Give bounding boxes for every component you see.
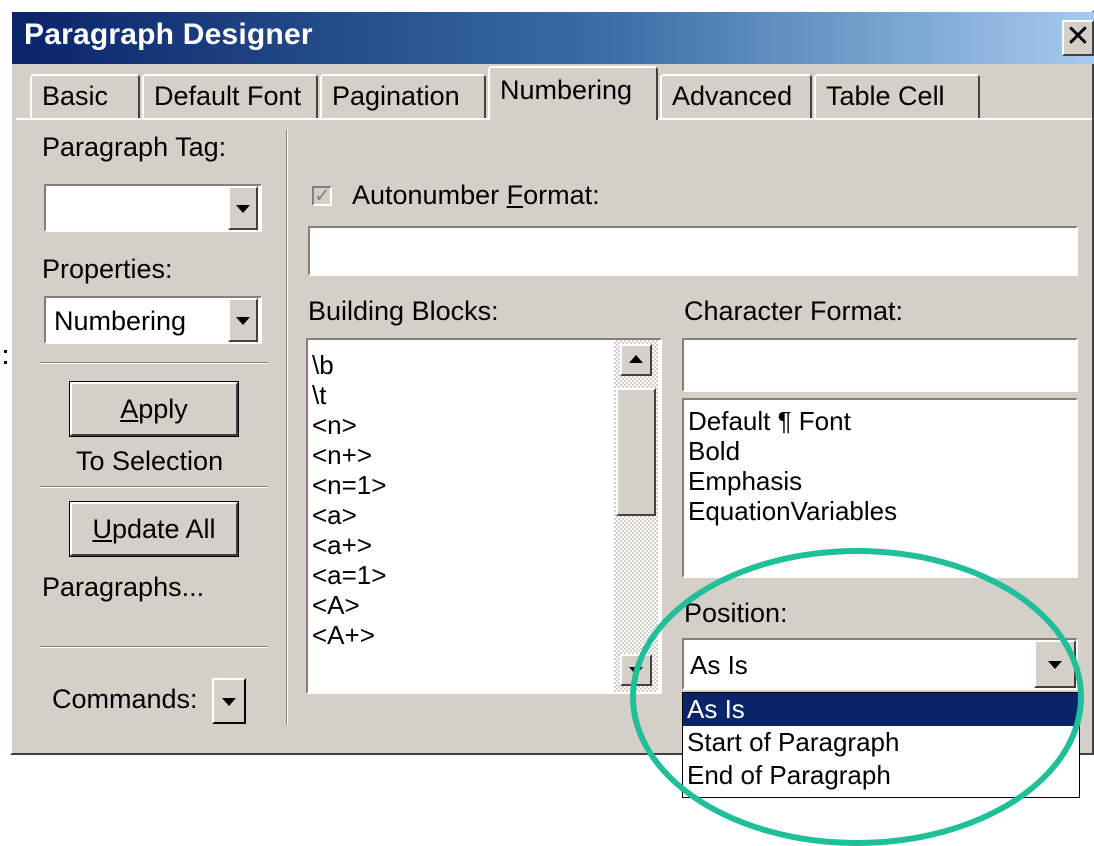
list-item[interactable]: <a> — [312, 500, 386, 530]
left-separator — [40, 646, 268, 648]
autonumber-label-mnemonic: F — [506, 180, 524, 210]
update-all-button[interactable]: Update All — [69, 501, 239, 557]
tab-numbering[interactable]: Numbering — [488, 66, 658, 120]
dropdown-option[interactable]: As Is — [683, 693, 1079, 726]
list-item[interactable]: Emphasis — [688, 466, 897, 496]
colon-mark — [4, 361, 7, 364]
tab-label: Table Cell — [826, 81, 945, 111]
scroll-down-button[interactable] — [620, 654, 652, 686]
list-item[interactable]: \b — [312, 350, 386, 380]
tab-pagination[interactable]: Pagination — [320, 74, 486, 120]
position-dropdown-button[interactable] — [1034, 640, 1076, 688]
update-mnemonic: U — [92, 514, 112, 544]
list-item[interactable]: <n> — [312, 410, 386, 440]
tab-label: Default Font — [154, 81, 302, 111]
scroll-thumb[interactable] — [616, 388, 656, 516]
tab-label: Numbering — [500, 75, 633, 105]
to-selection-label: To Selection — [76, 446, 224, 476]
autonumber-format-label: Autonumber Format: — [352, 180, 600, 211]
position-value: As Is — [690, 650, 748, 680]
paragraph-tag-dropdown-button[interactable] — [228, 186, 258, 230]
colon-mark — [4, 350, 7, 353]
window-title: Paragraph Designer — [24, 18, 313, 51]
position-label: Position: — [684, 598, 788, 628]
tab-label: Basic — [42, 81, 109, 111]
list-item[interactable]: <A> — [312, 590, 386, 620]
close-button[interactable]: ✕ — [1062, 20, 1094, 56]
properties-dropdown-button[interactable] — [228, 298, 258, 342]
apply-label: pply — [138, 394, 188, 424]
position-select[interactable]: As Is — [682, 638, 1078, 690]
left-separator — [40, 362, 268, 364]
character-format-list[interactable]: Default ¶ Font Bold Emphasis EquationVar… — [682, 398, 1078, 578]
dropdown-option[interactable]: Start of Paragraph — [683, 726, 1079, 759]
properties-label: Properties: — [42, 254, 173, 284]
apply-button[interactable]: Apply — [69, 381, 239, 437]
building-blocks-items: \b \t <n> <n+> <n=1> <a> <a+> <a=1> <A> … — [312, 350, 386, 650]
tab-advanced[interactable]: Advanced — [660, 74, 812, 120]
paragraphs-label: Paragraphs... — [42, 572, 205, 602]
list-item[interactable]: EquationVariables — [688, 496, 897, 526]
autonumber-label-suffix: ormat: — [523, 180, 600, 210]
tab-table-cell[interactable]: Table Cell — [814, 74, 980, 120]
autonumber-checkbox[interactable]: ✓ — [312, 186, 332, 206]
close-icon: ✕ — [1065, 20, 1091, 53]
tab-label: Pagination — [332, 81, 460, 111]
properties-value: Numbering — [54, 306, 187, 336]
commands-dropdown-button[interactable] — [212, 678, 246, 724]
list-item[interactable]: Bold — [688, 436, 897, 466]
commands-label: Commands: — [52, 684, 198, 714]
position-dropdown-list[interactable]: As Is Start of Paragraph End of Paragrap… — [682, 692, 1080, 798]
update-all-label: pdate All — [111, 514, 216, 544]
building-blocks-list[interactable]: \b \t <n> <n+> <n=1> <a> <a+> <a=1> <A> … — [306, 338, 662, 694]
list-item[interactable]: Default ¶ Font — [688, 406, 897, 436]
character-format-input[interactable] — [682, 338, 1078, 392]
building-blocks-label: Building Blocks: — [308, 296, 499, 326]
tab-basic[interactable]: Basic — [30, 74, 140, 120]
list-item[interactable]: <a+> — [312, 530, 386, 560]
tab-default-font[interactable]: Default Font — [142, 74, 318, 120]
dropdown-option[interactable]: End of Paragraph — [683, 759, 1079, 792]
apply-mnemonic: A — [120, 394, 139, 424]
autonumber-label-prefix: Autonumber — [352, 180, 507, 210]
paragraph-tag-label: Paragraph Tag: — [42, 132, 227, 162]
list-item[interactable]: <a=1> — [312, 560, 386, 590]
list-item[interactable]: \t — [312, 380, 386, 410]
list-item[interactable]: <A+> — [312, 620, 386, 650]
list-item[interactable]: <n+> — [312, 440, 386, 470]
panel-divider — [286, 130, 288, 725]
autonumber-format-input[interactable] — [308, 226, 1078, 276]
list-item[interactable]: <n=1> — [312, 470, 386, 500]
checkmark-icon: ✓ — [314, 185, 331, 207]
tab-label: Advanced — [672, 81, 793, 111]
character-format-items: Default ¶ Font Bold Emphasis EquationVar… — [688, 406, 897, 526]
character-format-label: Character Format: — [684, 296, 904, 326]
scroll-up-button[interactable] — [620, 344, 652, 376]
left-separator — [40, 486, 268, 488]
